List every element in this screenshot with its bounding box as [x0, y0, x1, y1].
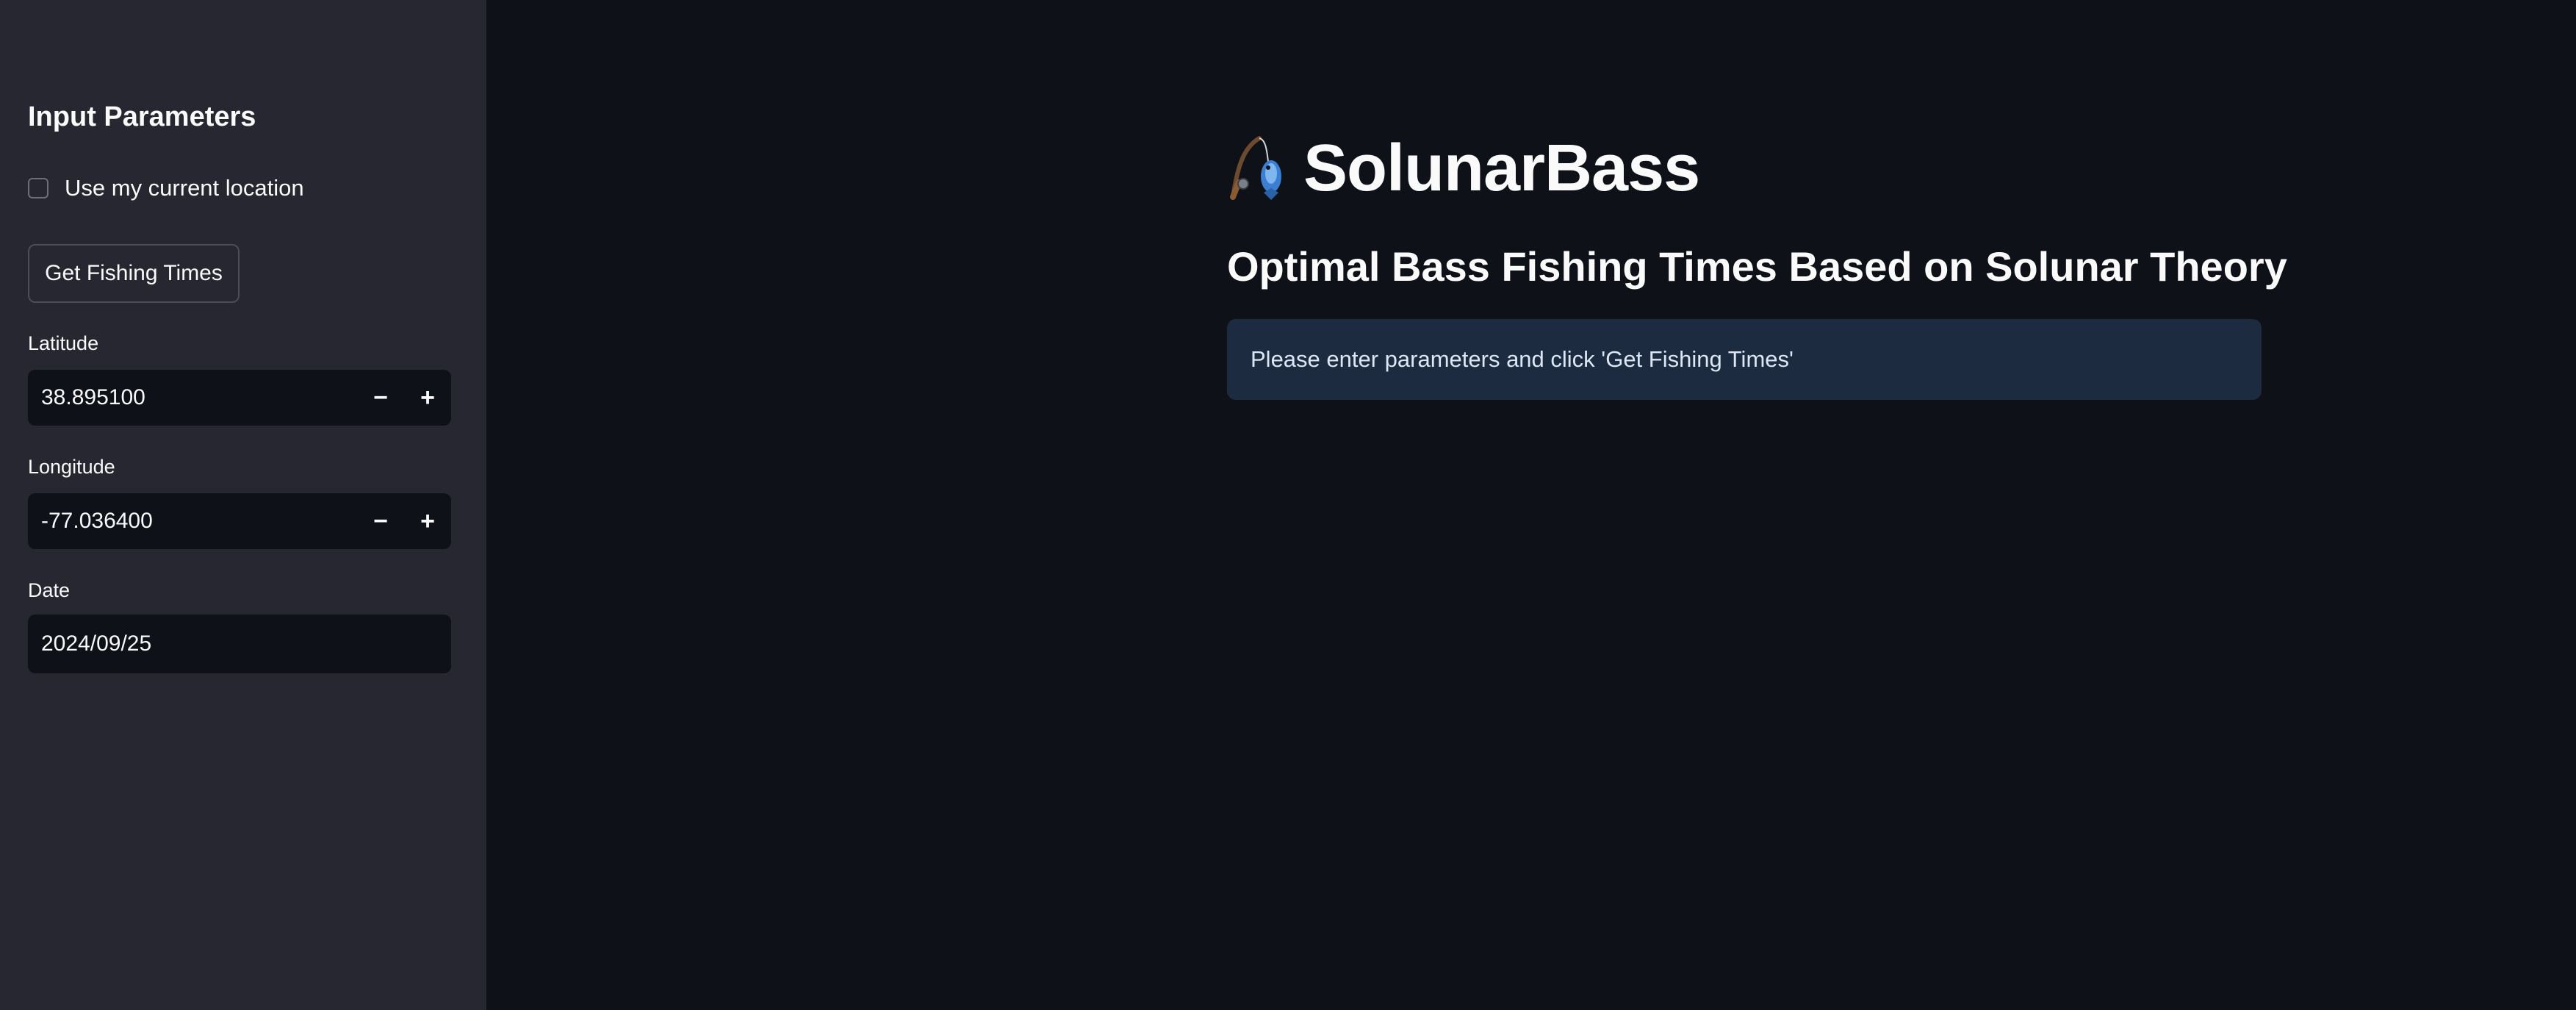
checkbox-box[interactable]: [28, 178, 48, 198]
longitude-input[interactable]: -77.036400: [28, 509, 357, 534]
page-subtitle: Optimal Bass Fishing Times Based on Solu…: [1227, 243, 2287, 290]
page-title: SolunarBass: [1303, 132, 1700, 205]
latitude-input-group: 38.895100 − +: [28, 370, 451, 426]
date-label: Date: [28, 579, 71, 601]
use-location-label: Use my current location: [65, 175, 304, 201]
sidebar-title: Input Parameters: [28, 101, 256, 132]
latitude-decrement-button[interactable]: −: [357, 370, 404, 426]
date-input[interactable]: 2024/09/25: [28, 615, 451, 673]
longitude-increment-button[interactable]: +: [404, 493, 451, 549]
info-alert: Please enter parameters and click 'Get F…: [1227, 319, 2262, 400]
main-content: SolunarBass Optimal Bass Fishing Times B…: [486, 0, 2576, 1010]
latitude-input[interactable]: 38.895100: [28, 385, 357, 410]
longitude-decrement-button[interactable]: −: [357, 493, 404, 549]
latitude-increment-button[interactable]: +: [404, 370, 451, 426]
longitude-label: Longitude: [28, 456, 115, 478]
get-fishing-times-button[interactable]: Get Fishing Times: [28, 244, 240, 303]
app-root: Input Parameters Use my current location…: [0, 0, 2576, 1010]
page-header: SolunarBass: [1227, 131, 1700, 207]
longitude-input-group: -77.036400 − +: [28, 493, 451, 549]
latitude-label: Latitude: [28, 332, 99, 354]
use-location-checkbox[interactable]: Use my current location: [28, 175, 304, 201]
sidebar: Input Parameters Use my current location…: [0, 0, 486, 1010]
fishing-pole-fish-icon: [1230, 135, 1281, 200]
